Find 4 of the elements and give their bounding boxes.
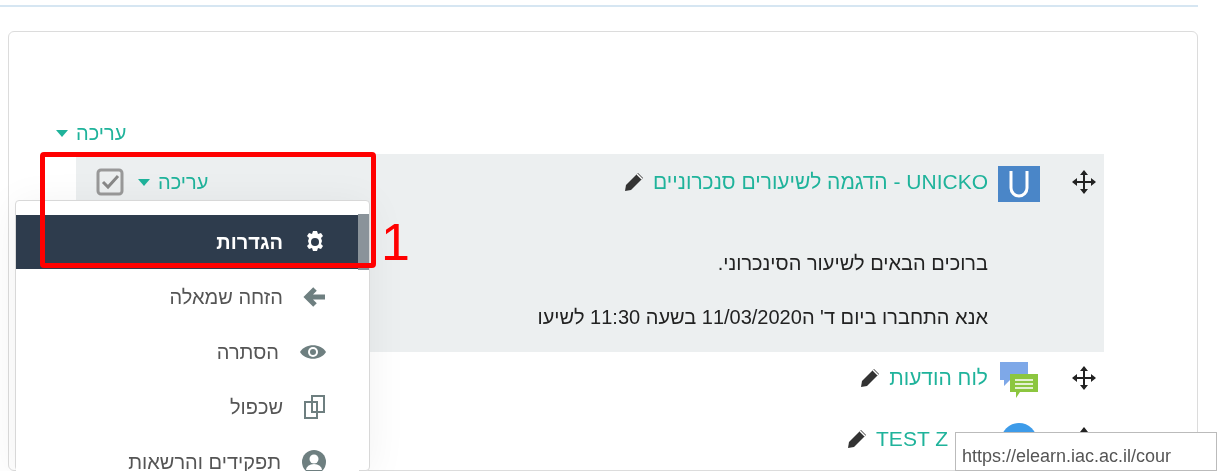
description-text: ברוכים הבאים לשיעור הסינכרוני. (717, 251, 988, 276)
description-text: אנא התחברו ביום ד' ה11/03/2020 בשעה 11:30 לשיעו (537, 305, 988, 330)
annotation-number: 1 (381, 216, 410, 268)
url-tooltip: https://elearn.iac.ac.il/cour (955, 432, 1217, 471)
